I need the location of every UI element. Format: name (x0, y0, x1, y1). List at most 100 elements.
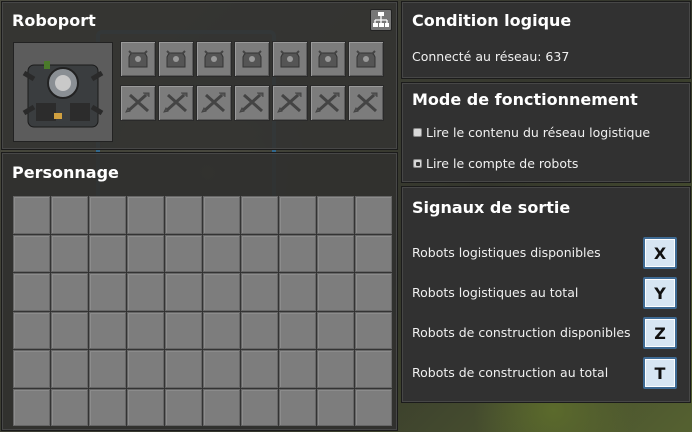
inventory-slot[interactable] (89, 273, 126, 311)
inventory-slot[interactable] (279, 350, 316, 388)
inventory-slot[interactable] (89, 196, 126, 234)
inventory-slot[interactable] (13, 350, 50, 388)
inventory-slot[interactable] (51, 350, 88, 388)
inventory-slot[interactable] (165, 388, 202, 426)
inventory-slot[interactable] (13, 311, 50, 349)
inventory-slot[interactable] (89, 350, 126, 388)
inventory-slot[interactable] (279, 196, 316, 234)
inventory-slot[interactable] (203, 311, 240, 349)
logistic-network-icon[interactable] (370, 9, 392, 31)
inventory-slot[interactable] (51, 234, 88, 272)
inventory-slot[interactable] (127, 234, 164, 272)
inventory-slot[interactable] (355, 388, 392, 426)
signal-button-t[interactable]: T (643, 357, 677, 389)
mode-option-read-robots[interactable]: Lire le compte de robots (426, 156, 578, 171)
repair-slot[interactable] (158, 85, 194, 121)
inventory-slot[interactable] (127, 388, 164, 426)
inventory-slot[interactable] (51, 196, 88, 234)
inventory-slot[interactable] (51, 273, 88, 311)
inventory-slot[interactable] (165, 234, 202, 272)
inventory-slot[interactable] (127, 311, 164, 349)
inventory-slot[interactable] (203, 388, 240, 426)
repair-slot[interactable] (234, 85, 270, 121)
inventory-slot[interactable] (279, 234, 316, 272)
roboport-entity-preview (13, 42, 113, 142)
inventory-slot[interactable] (317, 196, 354, 234)
inventory-slot[interactable] (241, 273, 278, 311)
repair-pack-slot-icon (163, 92, 188, 113)
inventory-slot[interactable] (355, 234, 392, 272)
inventory-slot[interactable] (127, 273, 164, 311)
repair-slot[interactable] (310, 85, 346, 121)
inventory-slot[interactable] (203, 196, 240, 234)
roboport-panel: Roboport (1, 1, 398, 150)
repair-pack-slot-icon (201, 92, 226, 113)
character-title: Personnage (12, 163, 119, 182)
repair-slot[interactable] (196, 85, 232, 121)
repair-pack-slot-icon (277, 92, 302, 113)
repair-pack-slot-icon (315, 92, 340, 113)
robot-slot[interactable] (158, 41, 194, 77)
repair-slot[interactable] (348, 85, 384, 121)
robot-slot[interactable] (310, 41, 346, 77)
inventory-slot[interactable] (317, 350, 354, 388)
inventory-slot[interactable] (241, 234, 278, 272)
signal-label-logistic-total: Robots logistiques au total (412, 285, 579, 300)
signal-label-construction-available: Robots de construction disponibles (412, 325, 631, 340)
inventory-slot[interactable] (165, 311, 202, 349)
inventory-slot[interactable] (51, 388, 88, 426)
signal-button-y[interactable]: Y (643, 277, 677, 309)
inventory-slot[interactable] (317, 234, 354, 272)
repair-slot[interactable] (120, 85, 156, 121)
inventory-slot[interactable] (89, 234, 126, 272)
inventory-slot[interactable] (165, 196, 202, 234)
inventory-slot[interactable] (203, 234, 240, 272)
inventory-slot[interactable] (317, 273, 354, 311)
robot-slot[interactable] (196, 41, 232, 77)
logistic-robot-slot-icon (166, 50, 186, 68)
inventory-slot[interactable] (13, 273, 50, 311)
roboport-icon (22, 61, 104, 128)
inventory-slot[interactable] (241, 388, 278, 426)
inventory-slot[interactable] (127, 350, 164, 388)
robot-slot[interactable] (120, 41, 156, 77)
mode-radio-read-contents[interactable] (413, 128, 422, 137)
logistic-robot-slot-icon (128, 50, 148, 68)
condition-title: Condition logique (412, 11, 572, 30)
inventory-slot[interactable] (89, 311, 126, 349)
logistic-robot-slot-icon (242, 50, 262, 68)
inventory-slot[interactable] (241, 311, 278, 349)
signal-button-z[interactable]: Z (643, 317, 677, 349)
character-inventory-panel: Personnage (1, 152, 398, 431)
robot-slot[interactable] (234, 41, 270, 77)
inventory-slot[interactable] (355, 350, 392, 388)
repair-slot[interactable] (272, 85, 308, 121)
inventory-slot[interactable] (317, 311, 354, 349)
inventory-slot[interactable] (355, 311, 392, 349)
inventory-slot[interactable] (203, 350, 240, 388)
inventory-slot[interactable] (279, 273, 316, 311)
inventory-slot[interactable] (13, 388, 50, 426)
inventory-slot[interactable] (165, 350, 202, 388)
inventory-slot[interactable] (241, 196, 278, 234)
robot-slot[interactable] (348, 41, 384, 77)
robot-slot[interactable] (272, 41, 308, 77)
inventory-slot[interactable] (279, 311, 316, 349)
signal-button-x[interactable]: X (643, 237, 677, 269)
mode-option-read-contents[interactable]: Lire le contenu du réseau logistique (426, 125, 650, 140)
inventory-slot[interactable] (317, 388, 354, 426)
inventory-slot[interactable] (355, 196, 392, 234)
inventory-slot[interactable] (355, 273, 392, 311)
inventory-slot[interactable] (13, 196, 50, 234)
inventory-slot[interactable] (89, 388, 126, 426)
signal-label-logistic-available: Robots logistiques disponibles (412, 245, 601, 260)
inventory-slot[interactable] (165, 273, 202, 311)
inventory-slot[interactable] (13, 234, 50, 272)
inventory-slot[interactable] (203, 273, 240, 311)
inventory-slot[interactable] (51, 311, 88, 349)
logic-condition-panel: Condition logique Connecté au réseau: 63… (401, 1, 691, 79)
inventory-slot[interactable] (279, 388, 316, 426)
inventory-slot[interactable] (127, 196, 164, 234)
inventory-slot[interactable] (241, 350, 278, 388)
mode-radio-read-robots[interactable] (413, 159, 422, 168)
